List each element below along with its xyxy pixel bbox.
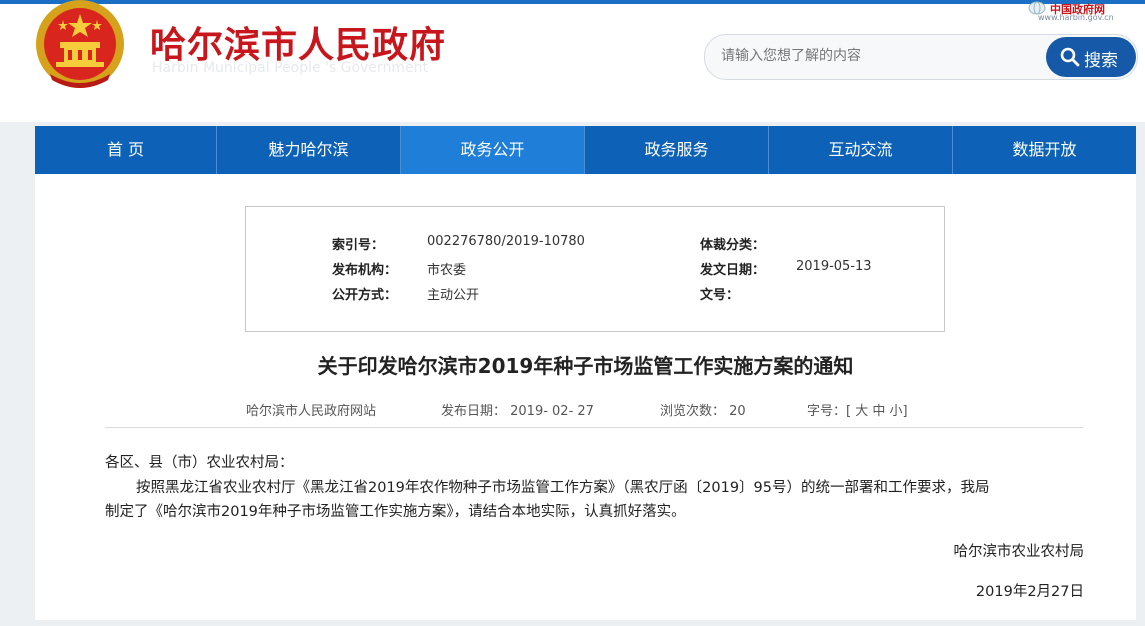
article-signature: 哈尔滨市农业农村局 [953,544,1085,560]
article-salutation: 各区、县（市）农业农村局： [105,455,294,471]
article-divider [105,427,1083,428]
issue-date-label: 发文日期： [700,263,766,278]
search-icon [1060,47,1080,67]
nav-item-home[interactable]: 首 页 [35,126,217,174]
font-size-medium-button[interactable]: 中 [872,404,885,419]
site-subtitle: Harbin Municipal People 's Government [152,60,428,76]
genre-label: 体裁分类： [700,238,766,253]
article-paragraph-line-1: 按照黑龙江省农业农村厅《黑龙江省2019年农作物种子市场监管工作方案》（黑农厅函… [136,480,990,496]
article-view-count: 浏览次数： 20 [660,404,746,419]
article-sign-date: 2019年2月27日 [975,584,1084,600]
search-button-label: 搜索 [1084,51,1118,71]
font-size-label: 字号：[ [807,404,852,419]
nav-item-gov-services[interactable]: 政务服务 [585,126,769,174]
article-title: 关于印发哈尔滨市2019年种子市场监管工作实施方案的通知 [317,354,854,378]
article-paragraph-line-2: 制定了《哈尔滨市2019年种子市场监管工作实施方案》，请结合本地实际，认真抓好落… [105,504,686,520]
article-source: 哈尔滨市人民政府网站 [246,404,377,419]
document-number-label: 文号： [700,288,740,303]
publisher-value: 市农委 [427,263,467,278]
gov-portal-url: www.harbin.gov.cn [1038,13,1114,22]
nav-item-charm-harbin[interactable]: 魅力哈尔滨 [217,126,401,174]
document-metadata-box: 索引号： 002276780/2019-10780 体裁分类： 发布机构： 市农… [245,206,945,332]
main-nav: 首 页 魅力哈尔滨 政务公开 政务服务 互动交流 数据开放 [35,126,1136,174]
nav-item-open-data[interactable]: 数据开放 [953,126,1136,174]
index-value: 002276780/2019-10780 [427,234,585,249]
article-content: 索引号： 002276780/2019-10780 体裁分类： 发布机构： 市农… [35,174,1136,620]
font-size-bracket-end: ] [902,404,908,419]
publisher-label: 发布机构： [332,263,398,278]
font-size-control: 字号：[ 大 中 小] [807,400,908,419]
article-publish-date: 发布日期： 2019- 02- 27 [441,404,594,419]
search-input[interactable] [721,46,1041,66]
font-size-large-button[interactable]: 大 [855,404,868,419]
nav-item-interaction[interactable]: 互动交流 [769,126,953,174]
national-emblem-icon [36,0,124,88]
site-header: 哈尔滨市人民政府 Harbin Municipal People 's Gove… [0,0,1145,122]
disclosure-mode-label: 公开方式： [332,288,398,303]
bottom-strip [0,620,1145,626]
font-size-small-button[interactable]: 小 [890,404,903,419]
search-button[interactable]: 搜索 [1046,37,1136,77]
issue-date-value: 2019-05-13 [796,259,872,274]
index-label: 索引号： [332,238,385,253]
nav-item-gov-affairs-open[interactable]: 政务公开 [401,126,585,174]
disclosure-mode-value: 主动公开 [427,288,480,303]
